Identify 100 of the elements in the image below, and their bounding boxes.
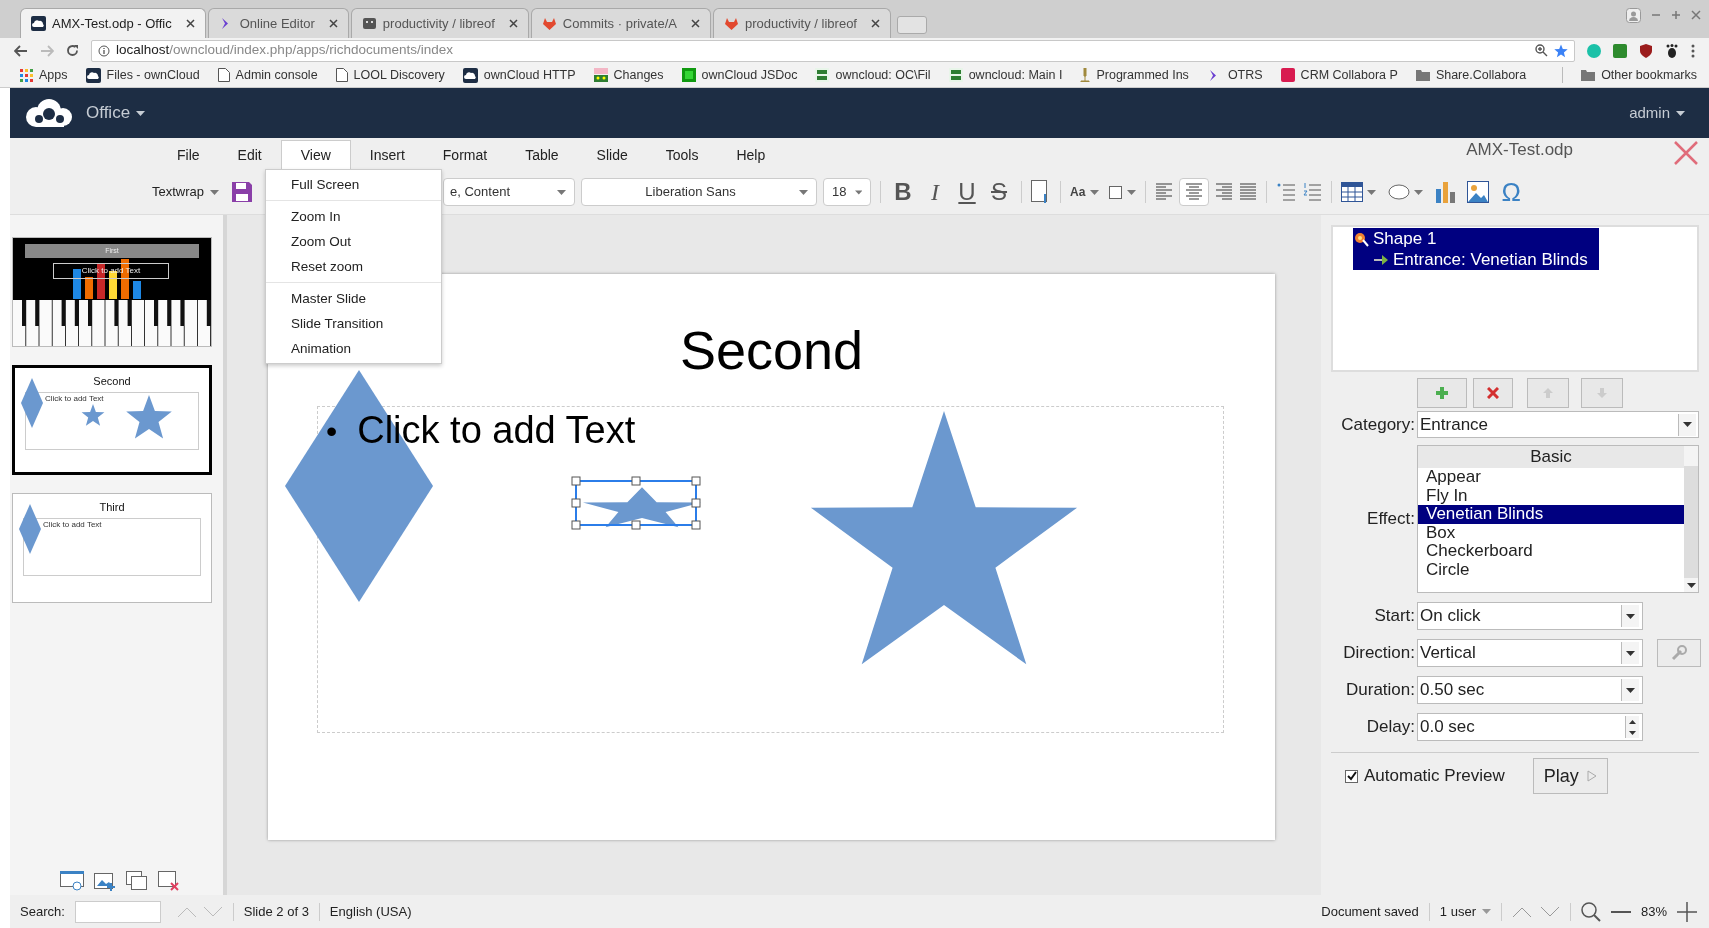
bookmark[interactable]: LOOL Discovery: [335, 65, 445, 85]
duplicate-slide-icon[interactable]: [126, 871, 148, 891]
scrollbar[interactable]: [1684, 446, 1698, 592]
browser-tab[interactable]: productivity / libreof: [350, 8, 529, 38]
style-dropdown[interactable]: e, Content: [443, 178, 576, 206]
effect-item[interactable]: Venetian Blinds: [1418, 505, 1684, 524]
automatic-preview-checkbox[interactable]: Automatic Preview: [1345, 763, 1505, 789]
zoom-reset-icon[interactable]: [1580, 901, 1601, 922]
category-dropdown[interactable]: Entrance: [1417, 411, 1699, 438]
effect-list[interactable]: Basic Appear Fly In Venetian Blinds Box Checkerboard Circle: [1417, 445, 1699, 593]
align-center-icon[interactable]: [1185, 182, 1204, 202]
bookmark[interactable]: ownCloud JSDoc: [681, 65, 798, 85]
reload-icon[interactable]: [66, 44, 79, 57]
close-icon[interactable]: [185, 19, 195, 28]
menu-item[interactable]: Table: [506, 140, 578, 170]
bullet-list-icon[interactable]: [1276, 182, 1297, 202]
numbered-list-icon[interactable]: [1302, 182, 1323, 202]
spinner-arrows[interactable]: [1625, 716, 1639, 738]
browser-tab[interactable]: Commits · private/A: [530, 8, 711, 38]
bold-button[interactable]: B: [890, 178, 917, 206]
close-icon[interactable]: [508, 19, 518, 28]
close-icon[interactable]: [691, 19, 700, 28]
italic-button[interactable]: I: [922, 178, 949, 206]
menu-item[interactable]: View: [280, 140, 351, 170]
menu-item[interactable]: Edit: [218, 140, 281, 170]
align-left-icon[interactable]: [1155, 182, 1174, 202]
table-dropdown[interactable]: [1341, 182, 1377, 202]
effect-item[interactable]: Circle: [1418, 560, 1684, 579]
close-icon[interactable]: [328, 19, 338, 28]
dropdown-field[interactable]: Vertical: [1417, 639, 1643, 667]
border-dropdown[interactable]: [1109, 185, 1137, 199]
shield-icon[interactable]: [1639, 43, 1653, 58]
menu-entry[interactable]: Zoom In: [266, 204, 441, 229]
menu-item[interactable]: Help: [717, 140, 785, 170]
bookmark[interactable]: Share.Collabora: [1415, 65, 1527, 85]
bookmark[interactable]: owncloud: OC\Fil: [815, 65, 931, 85]
close-icon[interactable]: [871, 19, 880, 28]
font-size-dropdown[interactable]: 18: [823, 178, 872, 206]
effect-item[interactable]: Fly In: [1418, 486, 1684, 505]
slide-thumbnail[interactable]: Second Click to add Text: [12, 365, 212, 475]
play-button[interactable]: Play: [1532, 758, 1608, 794]
align-right-icon[interactable]: [1215, 182, 1234, 202]
bookmark[interactable]: OTRS: [1206, 65, 1263, 85]
browser-tab[interactable]: Online Editor: [207, 8, 349, 38]
user-icon[interactable]: [1626, 7, 1641, 23]
new-slide-icon[interactable]: [94, 871, 116, 891]
bookmark[interactable]: Other bookmarks: [1581, 65, 1697, 85]
bookmark[interactable]: Apps: [20, 65, 68, 85]
users-dropdown[interactable]: 1 user: [1439, 901, 1491, 922]
bookmark[interactable]: CRM Collabora P: [1280, 65, 1398, 85]
zoom-icon[interactable]: [1535, 44, 1548, 57]
bookmark[interactable]: Admin console: [217, 65, 318, 85]
menu-item[interactable]: File: [158, 140, 219, 170]
menu-item[interactable]: Format: [423, 140, 507, 170]
maximize-icon[interactable]: [1671, 10, 1681, 20]
menu-entry[interactable]: Animation: [266, 336, 441, 361]
dropdown-field[interactable]: 0.50 sec: [1417, 676, 1643, 704]
image-icon[interactable]: [1467, 181, 1490, 203]
address-field[interactable]: localhost/owncloud/index.php/apps/richdocuments/index: [91, 39, 1575, 62]
search-field[interactable]: [74, 900, 161, 923]
chart-icon[interactable]: [1435, 181, 1456, 203]
menu-item[interactable]: Insert: [350, 140, 424, 170]
bookmark[interactable]: Programmed Ins: [1080, 65, 1189, 85]
more-icon[interactable]: [1691, 43, 1695, 58]
bookmark[interactable]: ownCloud HTTP: [462, 65, 576, 85]
bookmark[interactable]: Files - ownCloud: [85, 65, 200, 85]
slideshow-icon[interactable]: [60, 871, 84, 891]
delete-slide-icon[interactable]: [158, 871, 180, 891]
add-effect-button[interactable]: [1417, 378, 1467, 408]
tree-item[interactable]: Shape 1: [1353, 228, 1599, 249]
effect-item[interactable]: Checkerboard: [1418, 542, 1684, 561]
menu-entry[interactable]: Zoom Out: [266, 229, 441, 254]
case-dropdown[interactable]: Aa: [1070, 183, 1100, 201]
justify-icon[interactable]: [1239, 182, 1258, 202]
scroll-button[interactable]: [1684, 578, 1698, 592]
menu-item[interactable]: Slide: [577, 140, 647, 170]
font-dropdown[interactable]: Liberation Sans: [581, 178, 818, 206]
save-icon[interactable]: [231, 181, 254, 203]
underline-button[interactable]: U: [954, 178, 981, 206]
shape-dropdown[interactable]: [1388, 184, 1424, 200]
menu-entry[interactable]: Slide Transition: [266, 311, 441, 336]
dropdown-field[interactable]: On click: [1417, 602, 1643, 630]
tree-item[interactable]: Entrance: Venetian Blinds: [1353, 249, 1599, 270]
bookmark[interactable]: owncloud: Main I: [948, 65, 1063, 85]
selection-frame[interactable]: [571, 476, 701, 530]
slide-thumbnail[interactable]: Third Click to add Text: [12, 493, 212, 603]
footprint-icon[interactable]: [1665, 43, 1679, 58]
menu-item[interactable]: Tools: [646, 140, 718, 170]
star-icon[interactable]: [1554, 43, 1568, 58]
user-menu[interactable]: admin: [1629, 101, 1685, 125]
zoom-out-icon[interactable]: [1610, 909, 1631, 914]
menu-entry[interactable]: Reset zoom: [266, 254, 441, 279]
app-menu[interactable]: Office: [86, 100, 146, 126]
extension-icon[interactable]: [1613, 43, 1627, 58]
menu-entry[interactable]: Master Slide: [266, 286, 441, 311]
strikethrough-button[interactable]: S: [986, 178, 1013, 206]
special-character-button[interactable]: Ω: [1501, 179, 1521, 205]
menu-entry[interactable]: Full Screen: [266, 172, 441, 197]
back-icon[interactable]: [14, 44, 28, 57]
bookmark[interactable]: Changes: [593, 65, 664, 85]
